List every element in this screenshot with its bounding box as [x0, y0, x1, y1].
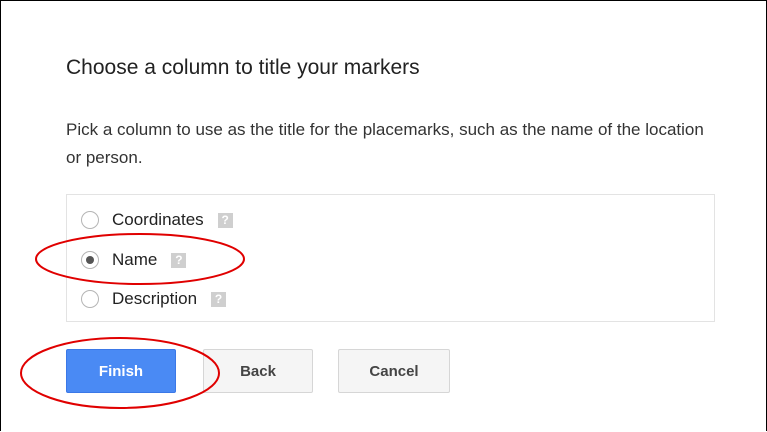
radio-name[interactable]	[81, 251, 99, 269]
radio-description[interactable]	[81, 290, 99, 308]
finish-button[interactable]: Finish	[66, 349, 176, 393]
cancel-button[interactable]: Cancel	[338, 349, 450, 393]
option-label: Coordinates	[112, 210, 204, 229]
option-label: Description	[112, 289, 198, 308]
option-coordinates[interactable]: Coordinates ?	[81, 207, 233, 233]
question-mark-icon[interactable]: ?	[211, 291, 227, 307]
option-description[interactable]: Description ?	[81, 286, 227, 312]
option-label: Name	[112, 250, 158, 269]
question-mark-icon[interactable]: ?	[217, 212, 233, 228]
option-name[interactable]: Name ?	[81, 247, 187, 273]
question-mark-icon[interactable]: ?	[171, 252, 187, 268]
dialog-title: Choose a column to title your markers	[66, 56, 420, 79]
column-options-group: Coordinates ? Name ? Description ?	[66, 194, 715, 322]
radio-coordinates[interactable]	[81, 211, 99, 229]
dialog-description: Pick a column to use as the title for th…	[66, 120, 704, 167]
back-button[interactable]: Back	[203, 349, 313, 393]
